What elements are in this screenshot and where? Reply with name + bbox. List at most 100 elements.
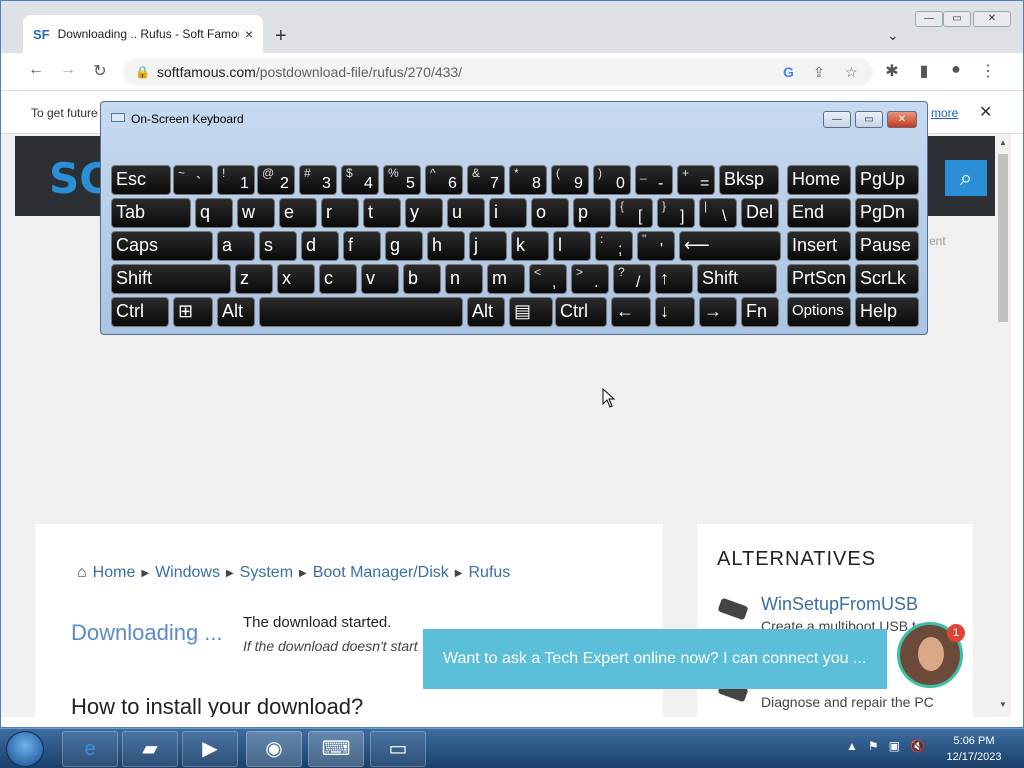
chrome-icon[interactable]: ◉ [246,731,302,767]
share-icon[interactable]: ⇪ [813,58,825,86]
key-pgup[interactable]: PgUp [855,165,919,195]
tab-search-button[interactable]: ⌄ [887,27,899,44]
tab-close-icon[interactable]: × [245,26,253,42]
bookmark-star-icon[interactable]: ☆ [845,58,858,86]
key-fn[interactable]: Fn [741,297,779,327]
key-caps[interactable]: Caps [111,231,213,261]
key-down[interactable]: ↓ [655,297,695,327]
key-j[interactable]: j [469,231,507,261]
key-right[interactable]: → [699,297,737,327]
key-u[interactable]: u [447,198,485,228]
explorer-icon[interactable]: ▰ [122,731,178,767]
osk-maximize-button[interactable]: ▭ [855,111,883,128]
key-lalt[interactable]: Alt [217,297,255,327]
key-s[interactable]: s [259,231,297,261]
system-tray[interactable]: ▲⚑▣🔇 [846,739,935,753]
key-v[interactable]: v [361,264,399,294]
key-slash[interactable]: ? / [613,264,651,294]
key-i[interactable]: i [489,198,527,228]
close-button[interactable]: ✕ [973,11,1011,27]
key-q[interactable]: q [195,198,233,228]
scroll-up-icon[interactable]: ▲ [999,138,1007,147]
key-scrlk[interactable]: ScrLk [855,264,919,294]
extensions-icon[interactable]: ✱ [881,61,903,81]
key-prtscn[interactable]: PrtScn [787,264,851,294]
key-enter[interactable]: ⟵ [679,231,781,261]
key-rctrl[interactable]: Ctrl [555,297,607,327]
usb-taskbar-icon[interactable]: ▭ [370,731,426,767]
key-5[interactable]: % 5 [383,165,421,195]
reload-icon[interactable]: ↻ [89,61,111,81]
media-player-icon[interactable]: ▶ [182,731,238,767]
key-pgdn[interactable]: PgDn [855,198,919,228]
key-8[interactable]: * 8 [509,165,547,195]
key-minus[interactable]: _ - [635,165,673,195]
key-bksp[interactable]: Bksp [719,165,779,195]
key-o[interactable]: o [531,198,569,228]
breadcrumb-windows[interactable]: Windows [155,564,220,582]
key-backslash[interactable]: | \ [699,198,737,228]
key-quote[interactable]: " ' [637,231,675,261]
key-y[interactable]: y [405,198,443,228]
key-del[interactable]: Del [741,198,779,228]
clock[interactable]: 5:06 PM 12/17/2023 [942,733,1006,765]
key-equals[interactable]: + = [677,165,715,195]
key-0[interactable]: ) 0 [593,165,631,195]
key-end[interactable]: End [787,198,851,228]
scrollbar-thumb[interactable] [998,154,1008,322]
key-tab[interactable]: Tab [111,198,191,228]
key-home[interactable]: Home [787,165,851,195]
menu-icon[interactable]: ⋮ [977,61,999,81]
maximize-button[interactable]: ▭ [943,11,971,27]
breadcrumb-home[interactable]: Home [93,564,136,582]
start-button[interactable] [6,731,44,767]
key-3[interactable]: #3 [299,165,337,195]
key-l[interactable]: l [553,231,591,261]
key-ralt[interactable]: Alt [467,297,505,327]
key-win[interactable]: ⊞ [173,297,213,327]
key-c[interactable]: c [319,264,357,294]
key-lshift[interactable]: Shift [111,264,231,294]
new-tab-button[interactable]: + [275,25,287,48]
chat-bubble[interactable]: Want to ask a Tech Expert online now? I … [423,629,887,689]
key-b[interactable]: b [403,264,441,294]
key-7[interactable]: & 7 [467,165,505,195]
back-icon[interactable]: ← [25,61,47,79]
key-left[interactable]: ← [611,297,651,327]
key-n[interactable]: n [445,264,483,294]
key-semicolon[interactable]: :; [595,231,633,261]
key-insert[interactable]: Insert [787,231,851,261]
osk-close-button[interactable]: ✕ [887,111,917,128]
key-1[interactable]: ! 1 [217,165,255,195]
key-t[interactable]: t [363,198,401,228]
key-e[interactable]: e [279,198,317,228]
browser-tab[interactable]: SF Downloading .. Rufus - Soft Famous × [23,15,263,53]
minimize-button[interactable]: — [915,11,943,27]
key-k[interactable]: k [511,231,549,261]
key-x[interactable]: x [277,264,315,294]
key-help[interactable]: Help [855,297,919,327]
key-rbracket[interactable]: }] [657,198,695,228]
scroll-down-icon[interactable]: ▼ [999,700,1007,709]
profile-icon[interactable]: ● [945,61,967,79]
google-icon[interactable]: G [783,58,794,86]
address-bar[interactable]: 🔒 softfamous.com/postdownload-file/rufus… [123,58,873,86]
key-tilde[interactable]: ~ ` [173,165,213,195]
key-rshift[interactable]: Shift [697,264,777,294]
key-d[interactable]: d [301,231,339,261]
key-comma[interactable]: <, [529,264,567,294]
forward-icon[interactable]: → [57,61,79,79]
learn-more-link[interactable]: more [931,92,958,134]
key-esc[interactable]: Esc [111,165,171,195]
scrollbar[interactable]: ▲ ▼ [995,134,1011,717]
side-panel-icon[interactable]: ▮ [913,61,935,81]
key-m[interactable]: m [487,264,525,294]
key-g[interactable]: g [385,231,423,261]
key-pause[interactable]: Pause [855,231,919,261]
key-9[interactable]: (9 [551,165,589,195]
site-search-icon[interactable]: ⌕ [945,160,987,196]
key-r[interactable]: r [321,198,359,228]
key-lbracket[interactable]: {[ [615,198,653,228]
key-6[interactable]: ^ 6 [425,165,463,195]
key-up[interactable]: ↑ [655,264,693,294]
